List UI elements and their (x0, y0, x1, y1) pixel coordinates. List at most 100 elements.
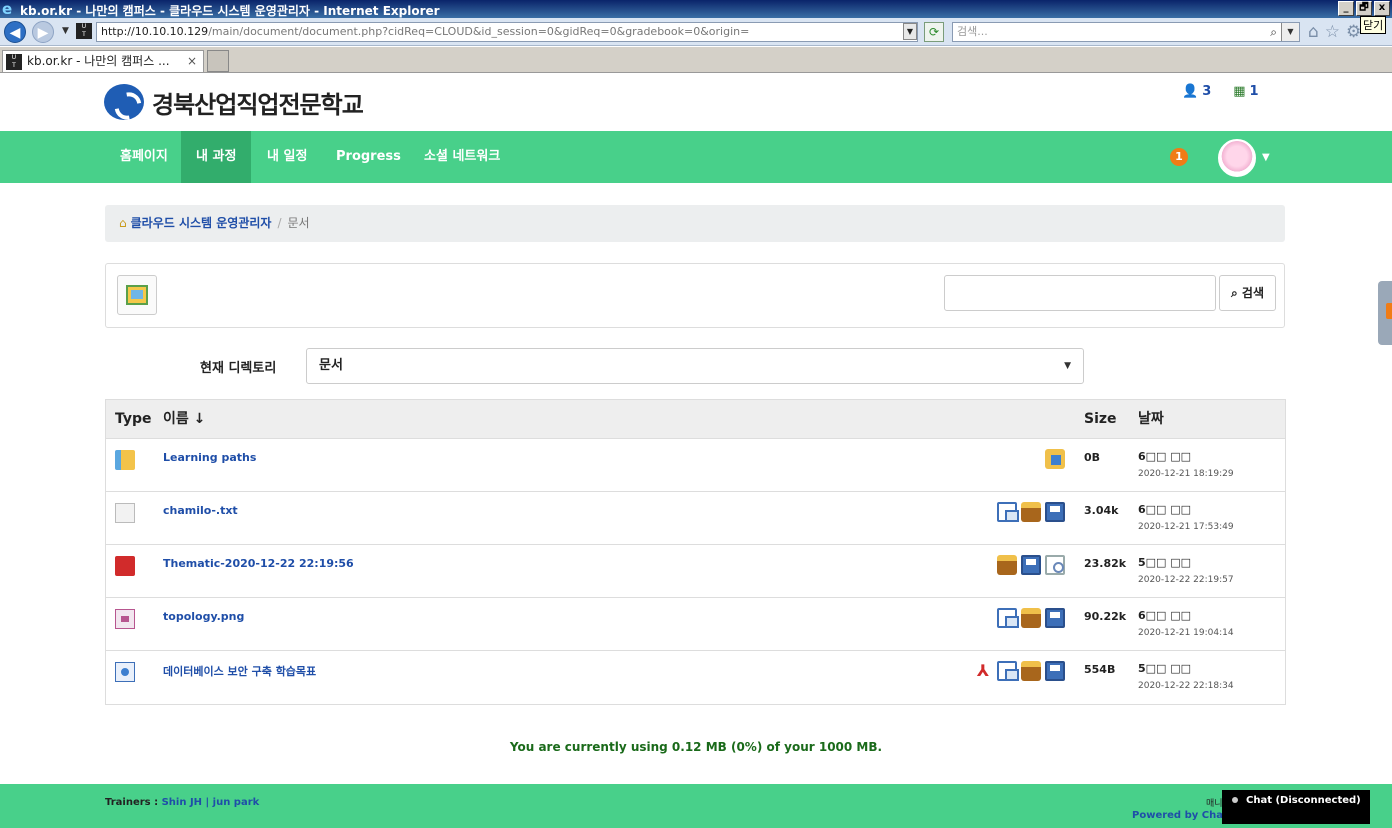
close-tooltip: 닫기 (1360, 16, 1387, 34)
slideshow-button[interactable] (117, 275, 157, 315)
file-datetime: 2020-12-22 22:18:34 (1138, 681, 1234, 691)
file-date: 6□□ □□ 2020-12-21 19:04:14 (1138, 609, 1234, 638)
nav-my-agenda[interactable]: 내 일정 (252, 131, 322, 183)
file-datetime: 2020-12-21 17:53:49 (1138, 522, 1234, 532)
pdf-export-icon[interactable]: ⅄ (973, 661, 993, 681)
browser-search-placeholder: 검색... (957, 25, 988, 38)
document-search-input[interactable] (944, 275, 1216, 311)
refresh-icon[interactable]: ⟳ (924, 22, 944, 42)
nav-social-network[interactable]: 소셜 네트워크 (409, 131, 515, 183)
search-button[interactable]: ⌕ 검색 (1219, 275, 1276, 311)
address-input[interactable]: http://10.10.10.129/main/document/docume… (96, 22, 918, 42)
home-icon[interactable]: ⌂ (1308, 22, 1319, 42)
search-button-label: 검색 (1241, 286, 1264, 300)
col-name[interactable]: 이름 ↓ (163, 400, 205, 439)
move-icon[interactable] (997, 608, 1019, 628)
preview-icon[interactable] (1045, 555, 1065, 575)
file-name-link[interactable]: topology.png (163, 610, 244, 623)
browser-tab[interactable]: UT kb.or.kr - 나만의 캠퍼스 ... × (2, 50, 204, 72)
text-file-icon (115, 503, 135, 523)
folder-icon (115, 450, 135, 470)
current-directory-select[interactable]: 문서 ▼ (306, 348, 1084, 384)
move-icon[interactable] (997, 502, 1019, 522)
school-logo-icon (104, 84, 144, 120)
avatar[interactable] (1218, 139, 1256, 177)
ie-logo-icon: e (2, 0, 13, 18)
notification-badge[interactable]: 1 (1170, 148, 1188, 166)
online-count[interactable]: ▦ 1 (1233, 84, 1258, 99)
maximize-button[interactable]: 🗗 (1356, 1, 1372, 16)
user-icon: 👤 (1182, 84, 1199, 99)
table-row: Thematic-2020-12-22 22:19:56 23.82k 5□□ … (106, 545, 1285, 598)
home-icon[interactable]: ⌂ (119, 216, 127, 230)
file-name-link[interactable]: chamilo-.txt (163, 504, 238, 517)
board-icon: ▦ (1233, 84, 1246, 99)
users-count[interactable]: 👤 3 (1182, 84, 1211, 99)
nav-my-courses[interactable]: 내 과정 (181, 131, 252, 183)
case-icon[interactable] (1021, 661, 1041, 681)
powered-by-link[interactable]: Powered by Cha (1132, 810, 1223, 821)
col-size[interactable]: Size (1084, 400, 1117, 439)
image-icon (115, 609, 135, 629)
download-icon[interactable] (1045, 449, 1065, 469)
site-title: 경북산업직업전문학교 (152, 90, 364, 119)
online-count-value: 1 (1249, 84, 1259, 99)
trainers-link[interactable]: Shin JH | jun park (162, 797, 260, 808)
chat-label: Chat (Disconnected) (1246, 795, 1361, 806)
chevron-down-icon[interactable]: ▼ (1262, 152, 1270, 163)
table-row: 데이터베이스 보안 구축 학습목표 ⅄ 554B 5□□ □□ 2020-12-2… (106, 651, 1285, 704)
col-type[interactable]: Type (115, 400, 152, 439)
pdf-icon (115, 556, 135, 576)
move-icon[interactable] (997, 661, 1019, 681)
row-actions (997, 555, 1065, 575)
address-dropdown-icon[interactable]: ▼ (903, 23, 917, 40)
case-icon[interactable] (997, 555, 1017, 575)
row-actions (997, 608, 1065, 628)
tab-favicon-icon: UT (6, 54, 22, 70)
tab-close-icon[interactable]: × (187, 51, 197, 71)
history-dropdown-icon[interactable]: ▼ (62, 26, 69, 36)
row-actions (1045, 449, 1065, 469)
footer-manager: 매니 (1206, 799, 1223, 809)
breadcrumb: ⌂ 클라우드 시스템 운영관리자 / 문서 (105, 205, 1285, 242)
browser-search-input[interactable]: 검색... ⌕ ▼ (952, 22, 1300, 42)
documents-table: Type 이름 ↓ Size 날짜 Learning paths 0B 6□□ … (105, 399, 1286, 705)
nav-home[interactable]: 홈페이지 (105, 131, 183, 183)
file-size: 0B (1084, 451, 1101, 464)
save-icon[interactable] (1045, 608, 1065, 628)
new-tab-button[interactable] (207, 50, 229, 72)
file-date-relative: 6□□ □□ (1138, 503, 1192, 516)
favorites-star-icon[interactable]: ☆ (1325, 22, 1340, 42)
browser-toolbar-icons: ⌂ ☆ ⚙ (1308, 22, 1361, 42)
minimize-button[interactable]: _ (1338, 1, 1354, 16)
header-counters: 👤 3 ▦ 1 (1182, 84, 1259, 99)
file-datetime: 2020-12-21 19:04:14 (1138, 628, 1234, 638)
document-toolbar: ⌕ 검색 (105, 263, 1285, 328)
case-icon[interactable] (1021, 608, 1041, 628)
window-controls: _ 🗗 x (1338, 1, 1390, 16)
search-dropdown-icon[interactable]: ▼ (1281, 23, 1299, 41)
url-host: http://10.10.10.129 (101, 25, 209, 38)
file-name-link[interactable]: Thematic-2020-12-22 22:19:56 (163, 557, 354, 570)
back-arrow-icon[interactable]: ◀ (4, 21, 26, 43)
save-icon[interactable] (1045, 661, 1065, 681)
settings-gear-icon[interactable]: ⚙ (1346, 22, 1361, 42)
nav-progress[interactable]: Progress (321, 131, 416, 183)
col-date[interactable]: 날짜 (1138, 400, 1164, 439)
file-name-link[interactable]: Learning paths (163, 451, 256, 464)
case-icon[interactable] (1021, 502, 1041, 522)
tab-row: UT kb.or.kr - 나만의 캠퍼스 ... × (0, 47, 1392, 73)
close-button[interactable]: x (1374, 1, 1390, 16)
file-name-link[interactable]: 데이터베이스 보안 구축 학습목표 (163, 663, 316, 679)
current-directory-label: 현재 디렉토리 (200, 361, 277, 376)
search-icon[interactable]: ⌕ (1270, 23, 1277, 41)
breadcrumb-course-link[interactable]: 클라우드 시스템 운영관리자 (131, 216, 272, 230)
save-icon[interactable] (1021, 555, 1041, 575)
file-date: 5□□ □□ 2020-12-22 22:18:34 (1138, 662, 1234, 691)
save-icon[interactable] (1045, 502, 1065, 522)
chat-button[interactable]: Chat (Disconnected) (1222, 790, 1370, 824)
side-panel-tab[interactable] (1378, 281, 1392, 345)
site-logo[interactable]: 경북산업직업전문학교 (104, 84, 364, 120)
table-header: Type 이름 ↓ Size 날짜 (106, 400, 1285, 439)
forward-arrow-icon[interactable]: ▶ (32, 21, 54, 43)
